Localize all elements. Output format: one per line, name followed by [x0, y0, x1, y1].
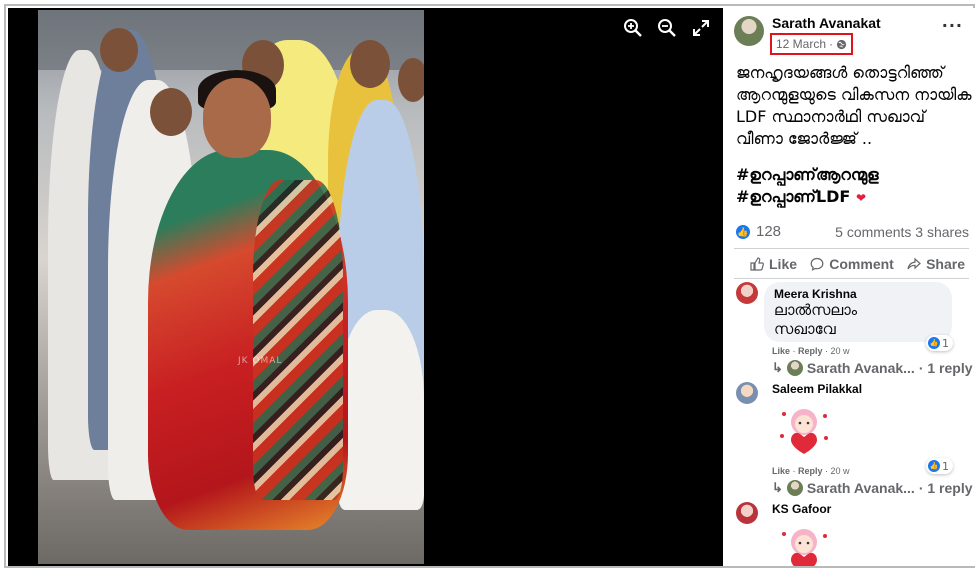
comment-text: ലാൽസലാം	[774, 301, 858, 319]
comment-like-link[interactable]: Like	[772, 466, 790, 476]
comment-links: Like · Reply · 20 w	[772, 466, 850, 476]
commenter-name[interactable]: Meera Krishna	[774, 287, 942, 301]
photo-watermark: JK OMAL	[238, 356, 283, 366]
comment-button[interactable]: Comment	[810, 256, 894, 272]
hashtag-link[interactable]: #ഉറപ്പാണ്LDF	[736, 187, 850, 206]
reply-count: · 1 reply	[918, 360, 973, 376]
hashtag-link[interactable]: #ഉറപ്പാണ്ആറന്മുള	[736, 164, 972, 186]
comment-text: സഖാവേ	[774, 320, 836, 338]
comment-reply-link[interactable]: Reply	[798, 466, 823, 476]
heart-emoji-icon: ❤	[855, 191, 866, 205]
share-arrow-icon	[907, 257, 921, 269]
fullscreen-icon[interactable]	[691, 18, 711, 38]
reply-avatar	[786, 360, 803, 376]
commenter-name[interactable]: Saleem Pilakkal	[772, 382, 862, 396]
divider	[734, 248, 969, 249]
share-label: Share	[926, 255, 965, 272]
like-reaction-icon: 👍	[928, 337, 940, 349]
meta-separator: ·	[829, 37, 834, 51]
person-white-mundu	[338, 310, 424, 510]
post-header: Sarath Avanakat 12 March · ···	[734, 15, 969, 58]
commenter-name[interactable]: KS Gafoor	[772, 502, 831, 516]
post-photo[interactable]: JK OMAL	[38, 10, 424, 564]
post-date-highlight: 12 March ·	[770, 33, 854, 55]
reply-avatar	[786, 480, 803, 496]
post-side-panel: Sarath Avanakat 12 March · ··· ജനഹൃദയങ്ങ…	[724, 8, 975, 566]
viewer-toolbar	[623, 18, 711, 38]
woman-face	[203, 78, 271, 158]
comment-item: Saleem Pilakkal 👍 1 Like · Reply · 20 w …	[736, 382, 973, 500]
more-options-icon[interactable]: ···	[942, 16, 963, 35]
comment-bubble-icon	[810, 257, 824, 271]
photo-viewer: JK OMAL	[8, 8, 723, 566]
author-avatar[interactable]	[734, 16, 764, 46]
commenter-avatar[interactable]	[736, 502, 758, 524]
post-caption: ജനഹൃദയങ്ങൾ തൊട്ടറിഞ്ഞ് ആറന്മുളയുടെ വികസന…	[736, 63, 972, 148]
post-date[interactable]: 12 March	[776, 37, 826, 51]
comment-reaction-count: 1	[942, 459, 949, 473]
comment-age: 20 w	[830, 346, 850, 356]
comment-reply-link[interactable]: Reply	[798, 346, 823, 356]
share-count[interactable]: 3 shares	[915, 224, 969, 240]
thumbs-up-icon	[750, 256, 764, 271]
engagement-counts: 5 comments 3 shares	[835, 224, 969, 240]
author-name[interactable]: Sarath Avanakat	[772, 15, 881, 31]
head	[350, 40, 390, 88]
heart-hug-sticker-icon	[780, 409, 828, 454]
view-replies[interactable]: ↳ Sarath Avanak... · 1 reply	[772, 360, 973, 376]
commenter-avatar[interactable]	[736, 282, 758, 304]
post-body: ജനഹൃദയങ്ങൾ തൊട്ടറിഞ്ഞ് ആറന്മുളയുടെ വികസന…	[736, 62, 972, 209]
reaction-summary: 👍 128 5 comments 3 shares	[736, 222, 969, 244]
like-reaction-icon[interactable]: 👍	[736, 225, 750, 239]
commenter-avatar[interactable]	[736, 382, 758, 404]
post-actions: Like Comment Share	[734, 250, 969, 277]
comment-age: 20 w	[830, 466, 850, 476]
heart-hug-sticker-icon	[782, 529, 827, 566]
hashtag-line: #ഉറപ്പാണ്LDF ❤	[736, 186, 972, 209]
comment-like-link[interactable]: Like	[772, 346, 790, 356]
reply-author: Sarath Avanak...	[806, 360, 915, 376]
reply-count: · 1 reply	[918, 480, 973, 496]
reply-author: Sarath Avanak...	[806, 480, 915, 496]
reply-arrow-icon: ↳	[772, 360, 783, 375]
comment-label: Comment	[829, 255, 894, 272]
comment-links: Like · Reply · 20 w	[772, 346, 850, 356]
reaction-count[interactable]: 128	[756, 223, 781, 240]
like-reaction-icon: 👍	[928, 460, 940, 472]
head	[150, 88, 192, 136]
comment-item: KS Gafoor	[736, 502, 969, 566]
comment-reaction[interactable]: 👍 1	[926, 458, 953, 474]
head	[100, 28, 138, 72]
share-button[interactable]: Share	[907, 256, 965, 272]
zoom-in-icon[interactable]	[623, 18, 643, 38]
comment-count[interactable]: 5 comments	[835, 224, 911, 240]
globe-icon	[836, 39, 847, 49]
zoom-out-icon[interactable]	[657, 18, 677, 38]
head	[398, 58, 424, 102]
like-label: Like	[769, 255, 798, 272]
saree-pallu	[253, 180, 343, 500]
comment-bubble: Meera Krishna ലാൽസലാം സഖാവേ	[764, 282, 952, 342]
view-replies[interactable]: ↳ Sarath Avanak... · 1 reply	[772, 480, 973, 496]
like-button[interactable]: Like	[750, 256, 797, 272]
comment-reaction-count: 1	[942, 336, 949, 350]
divider	[734, 278, 969, 279]
screenshot-frame: JK OMAL Sarath Avanakat 12 March · ··· ജ…	[4, 4, 975, 568]
reply-arrow-icon: ↳	[772, 480, 783, 495]
comment-reaction[interactable]: 👍 1	[926, 335, 953, 351]
comment-item: Meera Krishna ലാൽസലാം സഖാവേ 👍 1 Like · R…	[736, 282, 973, 382]
